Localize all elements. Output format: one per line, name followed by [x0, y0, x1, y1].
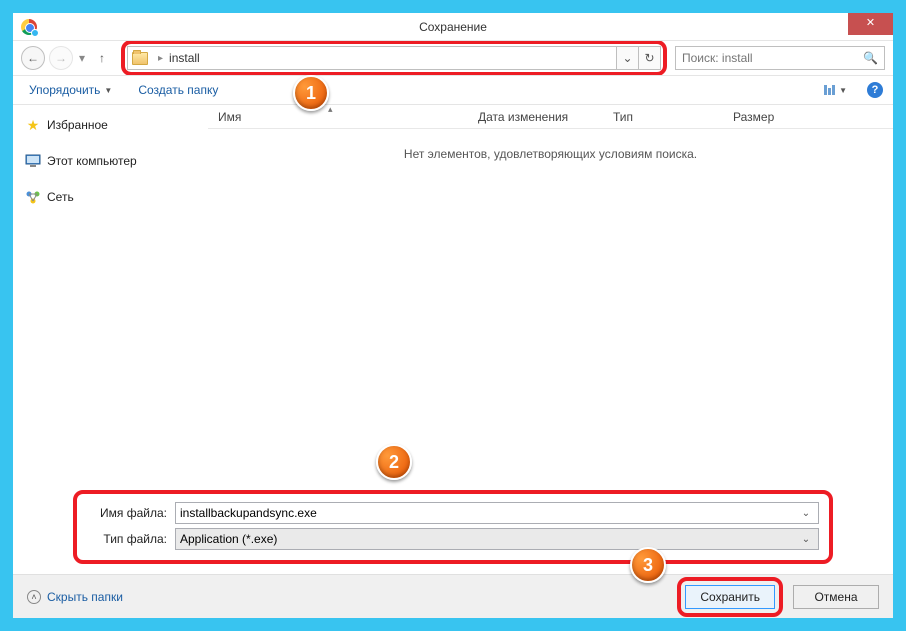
organize-menu[interactable]: Упорядочить▼ — [23, 79, 118, 101]
bottom-panel: Имя файла: installbackupandsync.exe ⌄ Ти… — [13, 490, 893, 618]
folder-icon — [132, 52, 148, 65]
new-folder-button[interactable]: Создать папку — [132, 79, 224, 101]
chevron-up-icon: ˄ — [27, 590, 41, 604]
sort-arrow-icon: ▴ — [328, 104, 333, 115]
sidebar-item-label: Этот компьютер — [47, 154, 137, 168]
filetype-label: Тип файла: — [87, 532, 175, 546]
close-button[interactable]: ✕ — [848, 13, 893, 35]
help-button[interactable]: ? — [867, 82, 883, 98]
filename-label: Имя файла: — [87, 506, 175, 520]
toolbar: Упорядочить▼ Создать папку ▼ ? — [13, 75, 893, 105]
address-highlight: ▸ install ⌄ ↻ — [121, 40, 667, 76]
save-button[interactable]: Сохранить — [685, 585, 775, 609]
filetype-select[interactable]: Application (*.exe) ⌄ — [175, 528, 819, 550]
column-name[interactable]: Имя — [208, 110, 468, 124]
computer-icon — [25, 153, 41, 169]
sidebar-item-label: Избранное — [47, 118, 108, 132]
view-icon — [824, 85, 835, 95]
empty-list-message: Нет элементов, удовлетворяющих условиям … — [208, 129, 893, 179]
search-input[interactable] — [682, 51, 863, 65]
search-box[interactable]: 🔍 — [675, 46, 885, 70]
address-path: install — [169, 51, 200, 65]
back-button[interactable]: ← — [21, 46, 45, 70]
cancel-button[interactable]: Отмена — [793, 585, 879, 609]
path-chevron-icon: ▸ — [158, 53, 163, 64]
star-icon: ★ — [25, 117, 41, 133]
titlebar: Сохранение ✕ — [13, 13, 893, 41]
sidebar-item-thispc[interactable]: Этот компьютер — [23, 149, 198, 173]
sidebar-item-favorites[interactable]: ★ Избранное — [23, 113, 198, 137]
filename-highlight: Имя файла: installbackupandsync.exe ⌄ Ти… — [73, 490, 833, 564]
column-size[interactable]: Размер — [723, 110, 803, 124]
network-icon — [25, 189, 41, 205]
filename-input[interactable]: installbackupandsync.exe ⌄ — [175, 502, 819, 524]
hide-folders-link[interactable]: ˄ Скрыть папки — [27, 590, 123, 604]
chevron-down-icon[interactable]: ⌄ — [798, 534, 814, 545]
callout-3: 3 — [630, 547, 666, 583]
save-highlight: Сохранить — [677, 577, 783, 617]
footer: ˄ Скрыть папки Сохранить Отмена — [13, 574, 893, 618]
address-dropdown[interactable]: ⌄ — [617, 46, 639, 70]
file-list-area: ▴ Имя Дата изменения Тип Размер Нет элем… — [208, 105, 893, 459]
sidebar-item-label: Сеть — [47, 190, 74, 204]
navigation-row: ← → ▾ ↑ ▸ install ⌄ ↻ 🔍 — [13, 41, 893, 75]
sidebar: ★ Избранное Этот компьютер Сеть — [13, 105, 208, 459]
sidebar-item-network[interactable]: Сеть — [23, 185, 198, 209]
filename-value: installbackupandsync.exe — [180, 506, 317, 520]
view-menu[interactable]: ▼ — [818, 81, 853, 99]
column-type[interactable]: Тип — [603, 110, 723, 124]
callout-1: 1 — [293, 75, 329, 111]
search-icon[interactable]: 🔍 — [863, 51, 878, 65]
nav-dropdown[interactable]: ▾ — [77, 51, 87, 65]
window-title: Сохранение — [419, 20, 487, 34]
callout-2: 2 — [376, 444, 412, 480]
address-bar[interactable]: ▸ install — [127, 46, 617, 70]
filetype-value: Application (*.exe) — [180, 532, 277, 546]
chevron-down-icon[interactable]: ⌄ — [798, 508, 814, 519]
forward-button[interactable]: → — [49, 46, 73, 70]
save-dialog-window: 1 2 3 Сохранение ✕ ← → ▾ ↑ ▸ install ⌄ ↻… — [0, 0, 906, 631]
up-button[interactable]: ↑ — [91, 47, 113, 69]
refresh-button[interactable]: ↻ — [639, 46, 661, 70]
chrome-icon — [21, 19, 37, 35]
content-area: ★ Избранное Этот компьютер Сеть ▴ Имя Да… — [13, 105, 893, 459]
column-date[interactable]: Дата изменения — [468, 110, 603, 124]
